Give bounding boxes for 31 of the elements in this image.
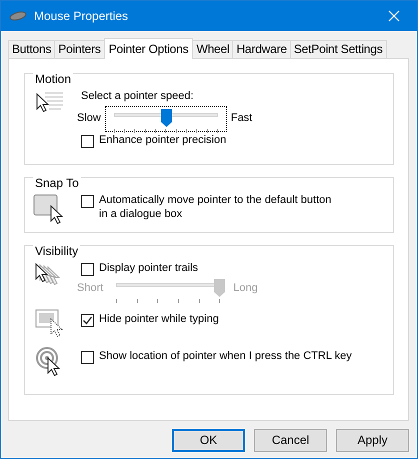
checkbox-label: Hide pointer while typing	[99, 312, 219, 326]
checkbox-label: Automatically move pointer to the default button in a dialogue box	[99, 194, 332, 222]
slider-min-label: Short	[77, 282, 104, 296]
mouse-icon	[9, 11, 27, 21]
group-title: Motion	[33, 72, 74, 86]
slider-min-label: Slow	[77, 112, 101, 126]
dialog-button[interactable]: OK	[172, 429, 245, 452]
checkbox-label: Show location of pointer when I press the CTRL key	[99, 350, 352, 364]
dialog-button[interactable]: Apply	[336, 429, 409, 452]
speed-label: Select a pointer speed:	[81, 90, 195, 104]
slider-max-label: Long	[233, 282, 258, 296]
group-title: Snap To	[33, 176, 81, 190]
hide-pointer-icon	[35, 308, 65, 339]
checkbox-label: Display pointer trails	[99, 262, 198, 276]
checkbox[interactable]	[81, 134, 94, 148]
slider[interactable]	[104, 106, 227, 132]
checkbox[interactable]	[81, 350, 94, 364]
slider-thumb[interactable]	[160, 108, 172, 126]
checkbox[interactable]	[81, 314, 94, 327]
checkbox-label: Enhance pointer precision	[99, 134, 226, 148]
checkbox[interactable]	[81, 262, 94, 276]
tab[interactable]: Buttons	[8, 40, 56, 58]
window-title: Mouse Properties	[34, 8, 130, 24]
checkbox[interactable]	[81, 194, 94, 208]
tab[interactable]: Pointer Options	[104, 38, 194, 59]
dialog-button[interactable]: Cancel	[254, 429, 327, 452]
slider-max-label: Fast	[230, 112, 252, 126]
close-icon	[388, 10, 400, 22]
group-title: Visibility	[33, 244, 80, 258]
tab[interactable]: SetPoint Settings	[290, 40, 387, 58]
check-icon	[82, 314, 93, 326]
